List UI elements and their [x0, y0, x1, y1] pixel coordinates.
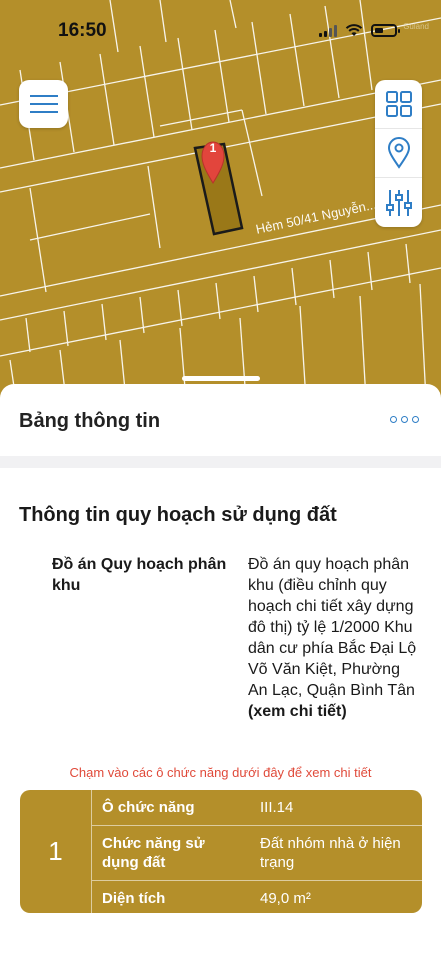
plan-value: Đồ án quy hoạch phân khu (điều chỉnh quy…	[248, 554, 422, 722]
info-sheet: Bảng thông tin Thông tin quy hoạch sử dụ…	[0, 384, 441, 959]
zone-row-value: 49,0 m²	[260, 890, 311, 907]
section-title: Thông tin quy hoạch sử dụng đất	[19, 504, 337, 526]
locate-button[interactable]	[375, 129, 422, 178]
more-options-button[interactable]	[390, 416, 419, 423]
section-divider	[0, 456, 441, 468]
zone-row-key: Chức năng sử dụng đất	[102, 835, 205, 871]
zone-row-land-use[interactable]: Chức năng sử dụng đất Đất nhóm nhà ở hiệ…	[92, 826, 422, 881]
zone-row-area[interactable]: Diện tích 49,0 m²	[92, 881, 422, 916]
status-time: 16:50	[58, 20, 107, 41]
plan-description: Đồ án quy hoạch phân khu (điều chỉnh quy…	[248, 556, 417, 699]
wifi-icon	[345, 24, 363, 36]
sliders-icon	[385, 189, 412, 216]
layers-button[interactable]	[375, 80, 422, 129]
zone-row-value: III.14	[260, 799, 294, 816]
sheet-title: Bảng thông tin	[19, 410, 161, 432]
sheet-header: Bảng thông tin	[0, 384, 441, 456]
cellular-signal-icon	[319, 24, 337, 37]
plan-key: Đồ án Quy hoạch phân khu	[52, 556, 227, 594]
zone-row-key: Ô chức năng	[102, 799, 195, 816]
map-pin-label: 1	[209, 141, 217, 155]
hamburger-icon	[29, 95, 58, 97]
view-details-link[interactable]: (xem chi tiết)	[248, 703, 347, 720]
more-dots-icon	[390, 416, 397, 423]
zone-card[interactable]: 1 Ô chức năng III.14 Chức năng sử dụng đ…	[20, 790, 422, 913]
filter-button[interactable]	[375, 178, 422, 227]
zone-row-function-cell[interactable]: Ô chức năng III.14	[92, 790, 422, 826]
map-control-panel	[375, 80, 422, 227]
zone-row-key: Diện tích	[102, 890, 166, 907]
map-watermark: Guland	[403, 22, 429, 31]
plan-row: Đồ án Quy hoạch phân khu Đồ án quy hoạch…	[52, 554, 422, 722]
status-icons	[319, 24, 400, 37]
location-pin-icon	[387, 137, 410, 169]
menu-button[interactable]	[19, 80, 68, 128]
grid-icon	[385, 91, 412, 117]
zone-rows: Ô chức năng III.14 Chức năng sử dụng đất…	[92, 790, 422, 913]
battery-icon	[371, 24, 400, 37]
zone-number: 1	[20, 790, 92, 913]
hint-text: Chạm vào các ô chức năng dưới đây để xem…	[69, 765, 372, 780]
sheet-drag-handle[interactable]	[182, 376, 260, 381]
zone-row-value: Đất nhóm nhà ở hiện trạng	[260, 835, 401, 871]
